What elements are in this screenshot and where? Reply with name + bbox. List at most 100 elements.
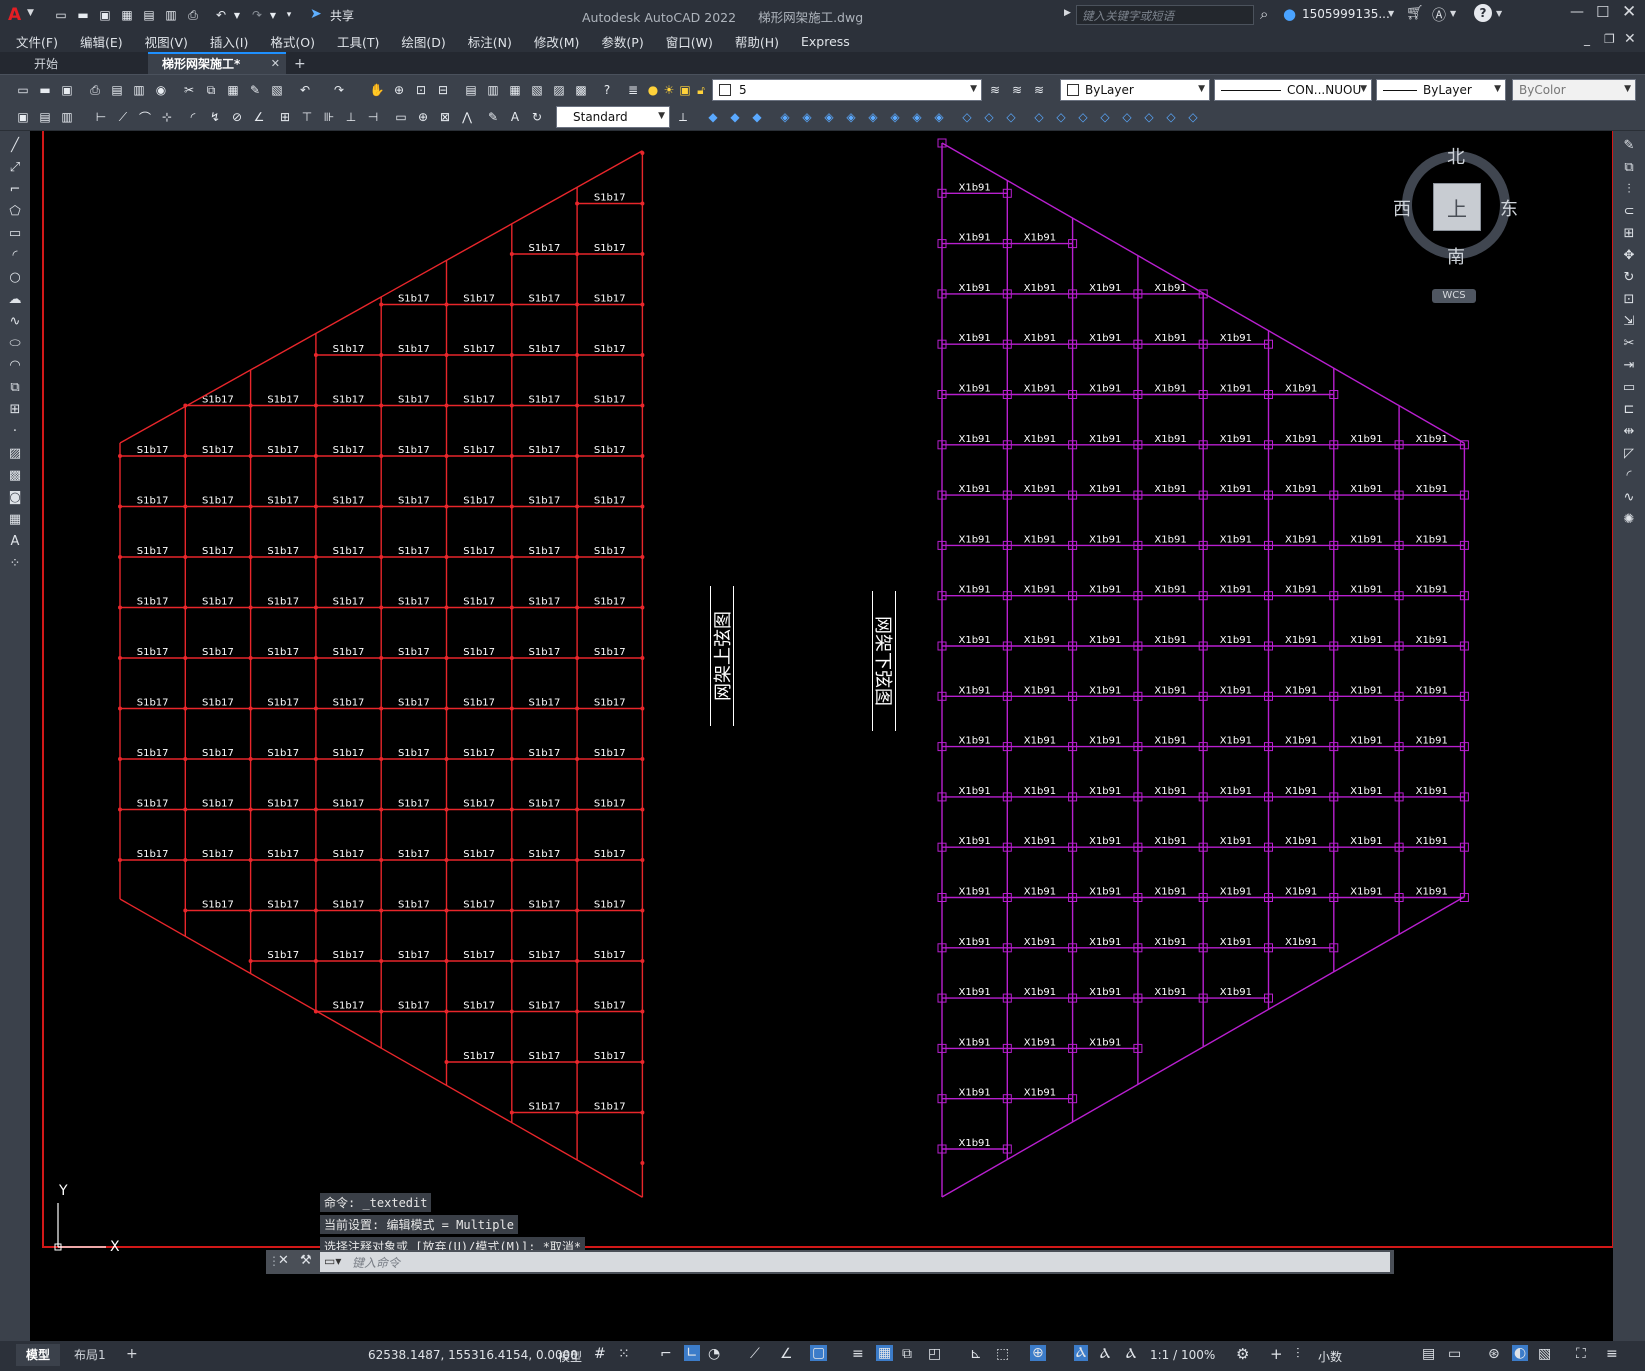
interfere-icon[interactable]: ◇	[1184, 108, 1202, 126]
shell-icon[interactable]: ◇	[980, 108, 998, 126]
quick-dim-icon[interactable]: ⊞	[276, 108, 294, 126]
layer-states-icon[interactable]: ≋	[1030, 81, 1048, 99]
search-input[interactable]: 键入关键字或短语	[1076, 5, 1254, 25]
search-expand-icon[interactable]: ▶	[1064, 8, 1071, 18]
tolerance-icon[interactable]: ▭	[392, 108, 410, 126]
insert-block-icon[interactable]: ⧉	[6, 379, 24, 397]
layer-dropdown[interactable]: 5 ▼	[712, 79, 982, 101]
publish-icon[interactable]: ▥	[130, 81, 148, 99]
baseline-dim-icon[interactable]: ⊤	[298, 108, 316, 126]
linetype-dropdown[interactable]: CON...NUOU ▼	[1214, 79, 1372, 101]
redo-toolbar-icon[interactable]: ↷	[330, 81, 348, 99]
linear-dim-icon[interactable]: ⊢	[92, 108, 110, 126]
plot-icon[interactable]: ⎙	[184, 6, 202, 24]
sweep-icon[interactable]: ◈	[820, 108, 838, 126]
plot-preview-icon[interactable]: ▤	[108, 81, 126, 99]
revolve-icon[interactable]: ◈	[842, 108, 860, 126]
lineweight-icon[interactable]: ≡	[852, 1346, 864, 1362]
graphics-performance-icon[interactable]: ▧	[1538, 1346, 1551, 1362]
model-space-toggle[interactable]: 模型	[558, 1348, 582, 1365]
new-tab-button[interactable]: +	[286, 54, 314, 74]
units-value[interactable]: 小数	[1318, 1348, 1342, 1365]
join-icon[interactable]: ⇹	[1620, 423, 1638, 441]
make-block-icon[interactable]: ⊞	[6, 401, 24, 419]
a360-dropdown-icon[interactable]: ▼	[1450, 9, 1456, 18]
undo-toolbar-icon[interactable]: ↶	[296, 81, 314, 99]
dim-style-icon[interactable]: ⟂	[674, 108, 692, 126]
block-editor-icon[interactable]: ▧	[268, 81, 286, 99]
lock-ui-icon[interactable]: ▭	[1448, 1346, 1461, 1362]
zoom-window-icon[interactable]: ⊡	[412, 81, 430, 99]
continue-dim-icon[interactable]: ⊪	[320, 108, 338, 126]
customization-icon[interactable]: ≡	[1606, 1346, 1618, 1362]
copy-object-icon[interactable]: ⧉	[1620, 159, 1638, 177]
layer-properties-icon[interactable]: ≣	[624, 81, 642, 99]
dim-break-icon[interactable]: ⊣	[364, 108, 382, 126]
ordinate-dim-icon[interactable]: ⊹	[158, 108, 176, 126]
compass-north[interactable]: 北	[1447, 143, 1465, 169]
hatch-icon[interactable]: ▨	[6, 445, 24, 463]
layer-previous-icon[interactable]: ≋	[1008, 81, 1026, 99]
spline-icon[interactable]: ∿	[6, 313, 24, 331]
quick-properties-icon[interactable]: ▤	[1422, 1346, 1435, 1362]
radius-dim-icon[interactable]: ◜	[184, 108, 202, 126]
layout-tab-model[interactable]: 模型	[16, 1344, 61, 1366]
tab-start[interactable]: 开始	[20, 54, 148, 74]
rectangle-icon[interactable]: ▭	[6, 225, 24, 243]
autocad-logo-icon[interactable]: A	[8, 5, 21, 25]
zoom-realtime-icon[interactable]: ⊕	[390, 81, 408, 99]
menu-view[interactable]: 视图(V)	[145, 32, 188, 51]
coordinates-readout[interactable]: 62538.1487, 155316.4154, 0.0000	[368, 1348, 578, 1362]
dim-edit-icon[interactable]: ✎	[484, 108, 502, 126]
polygon-icon[interactable]: ⬠	[6, 203, 24, 221]
bring-front-icon[interactable]: ▤	[36, 108, 54, 126]
isolate-objects-icon[interactable]: ⊛	[1488, 1346, 1500, 1362]
cylinder-icon[interactable]: ◆	[726, 108, 744, 126]
maximize-window-icon[interactable]: ☐	[1596, 3, 1609, 21]
dim-text-edit-icon[interactable]: A	[506, 108, 524, 126]
qnew-icon[interactable]: ▭	[14, 81, 32, 99]
print-icon[interactable]: ⎙	[86, 81, 104, 99]
ortho-icon[interactable]: ∟	[684, 1345, 700, 1361]
layer-lock-icon[interactable]: 🔓︎	[692, 81, 710, 99]
break-icon[interactable]: ⊏	[1620, 401, 1638, 419]
ellipse-arc-icon[interactable]: ◠	[6, 357, 24, 375]
doc-restore-icon[interactable]: ❐	[1604, 32, 1615, 46]
extrude-icon[interactable]: ◈	[776, 108, 794, 126]
diameter-dim-icon[interactable]: ⊘	[228, 108, 246, 126]
viewcube-top-face[interactable]: 上	[1433, 183, 1481, 231]
3d-move-icon[interactable]: ◇	[1030, 108, 1048, 126]
ellipse-icon[interactable]: ⬭	[6, 335, 24, 353]
add-selected-icon[interactable]: ⁘	[6, 555, 24, 573]
save-icon[interactable]: ▣	[96, 6, 114, 24]
gradient-icon[interactable]: ▩	[6, 467, 24, 485]
paste-icon[interactable]: ▦	[224, 81, 242, 99]
stretch-icon[interactable]: ⇲	[1620, 313, 1638, 331]
new-file-icon[interactable]: ▭	[52, 6, 70, 24]
drawing-svg[interactable]: S1b17 S1b17 S1b17 S1b17 S1b17 S1b17 S1b17 S1b17…	[30, 131, 1613, 1341]
offset-icon[interactable]: ⊂	[1620, 203, 1638, 221]
make-current-layer-icon[interactable]: ≋	[986, 81, 1004, 99]
angular-dim-icon[interactable]: ∠	[250, 108, 268, 126]
add-layout-icon[interactable]: +	[126, 1346, 138, 1362]
app-menu-chevron-icon[interactable]: ▼	[27, 8, 34, 18]
doc-minimize-icon[interactable]: _	[1584, 32, 1590, 46]
share-icon[interactable]: ➤	[310, 6, 322, 22]
color-dropdown[interactable]: ByLayer ▼	[1060, 79, 1210, 101]
presspull-icon[interactable]: ◈	[798, 108, 816, 126]
hardware-acceleration-icon[interactable]: ◐	[1512, 1345, 1529, 1361]
recent-commands-icon[interactable]: ▭▾	[324, 1254, 341, 1268]
dynamic-ucs-icon[interactable]: ⊾	[970, 1346, 982, 1362]
jogged-linear-icon[interactable]: ⋀	[458, 108, 476, 126]
3d-rotate-icon[interactable]: ◇	[1052, 108, 1070, 126]
share-button[interactable]: 共享	[330, 7, 354, 24]
doc-close-icon[interactable]: ✕	[1624, 31, 1636, 47]
rotate-icon[interactable]: ↻	[1620, 269, 1638, 287]
menu-file[interactable]: 文件(F)	[16, 32, 58, 51]
annotation-scale-icon[interactable]: Ⲁ	[1126, 1346, 1136, 1362]
scale-icon[interactable]: ⊡	[1620, 291, 1638, 309]
tab-drawing[interactable]: 梯形网架施工* ✕	[148, 52, 286, 74]
minimize-window-icon[interactable]: —	[1570, 4, 1584, 20]
cart-icon[interactable]: 🛒︎	[1406, 5, 1424, 21]
help-icon[interactable]: ?	[1474, 4, 1492, 22]
